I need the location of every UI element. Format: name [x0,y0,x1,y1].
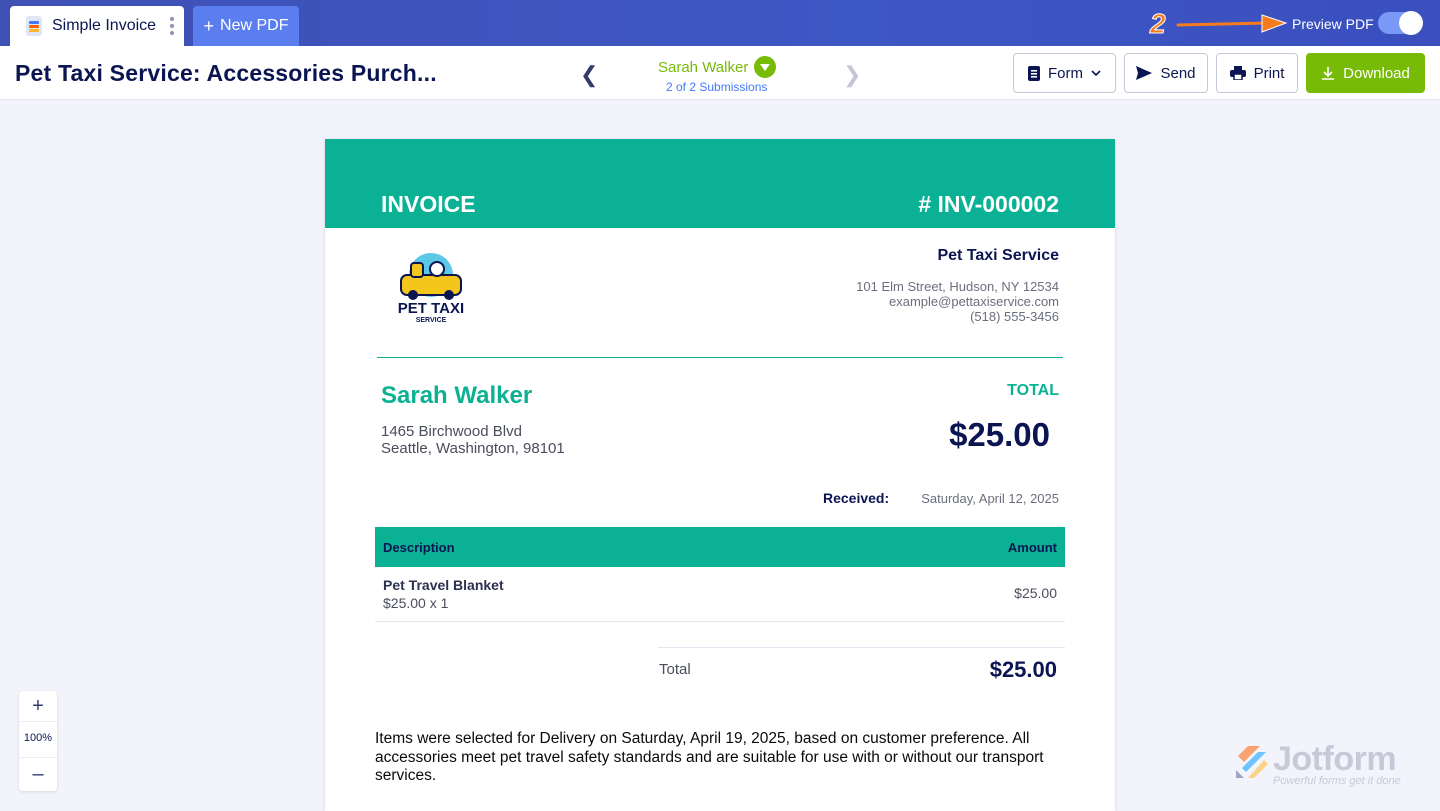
chevron-left-icon[interactable]: ❮ [580,62,598,88]
zoom-divider [19,721,57,722]
received-date: Saturday, April 12, 2025 [921,491,1059,506]
step-annotation: 2 [1150,8,1167,40]
download-button[interactable]: Download [1306,53,1425,93]
page-title: Pet Taxi Service: Accessories Purch... [15,60,437,86]
print-button-label: Print [1253,64,1285,82]
document-toolbar: Pet Taxi Service: Accessories Purch... ❮… [0,46,1440,100]
top-bar: Simple Invoice + New PDF 2 Preview PDF [0,0,1440,46]
arrow-icon [1176,14,1288,33]
chevron-down-icon [1091,70,1101,76]
tab-simple-invoice[interactable]: Simple Invoice [10,6,184,46]
print-button[interactable]: Print [1216,53,1298,93]
summary-total-value: $25.00 [989,657,1057,682]
submission-selector[interactable]: Sarah Walker [658,56,777,78]
jotform-logo-icon [1236,746,1268,778]
print-icon [1229,66,1246,80]
item-quantity: $25.00 x 1 [383,595,449,611]
company-info: Pet Taxi Service 101 Elm Street, Hudson,… [856,247,1059,324]
submission-count: 2 of 2 Submissions [666,80,768,94]
form-button[interactable]: Form [1013,53,1116,93]
customer-name: Sarah Walker [381,382,533,409]
zoom-controls: + 100% – [19,691,57,791]
zoom-divider [19,757,57,758]
chevron-down-icon [754,56,777,78]
item-name: Pet Travel Blanket [383,577,504,593]
zoom-out-button[interactable]: – [19,763,57,786]
company-email: example@pettaxiservice.com [889,294,1059,309]
company-phone: (518) 555-3456 [970,309,1059,324]
customer-address-line-1: 1465 Birchwood Blvd [381,423,522,440]
customer-address: 1465 Birchwood Blvd Seattle, Washington,… [381,423,565,457]
logo-text-sub: SERVICE [416,317,447,324]
form-button-label: Form [1048,64,1083,82]
column-description: Description [383,540,455,555]
tab-label: Simple Invoice [52,17,157,34]
send-button[interactable]: Send [1124,53,1208,93]
kebab-icon[interactable] [170,17,174,35]
invoice-note: Items were selected for Delivery on Satu… [375,730,1044,784]
items-table-header: Description Amount [375,527,1065,567]
toggle-knob [1399,11,1423,35]
logo-text-main: PET TAXI [398,300,464,317]
download-button-label: Download [1343,64,1410,82]
zoom-in-button[interactable]: + [19,695,57,718]
new-pdf-label: New PDF [220,17,289,34]
watermark-brand: Jotform [1273,740,1397,778]
form-icon [1028,65,1040,81]
received-label: Received: [823,490,890,506]
document-icon [26,16,42,36]
invoice-number: # INV-000002 [918,191,1059,217]
submission-name: Sarah Walker [658,58,749,76]
header-divider [377,357,1063,358]
item-amount: $25.00 [1014,585,1057,601]
invoice-header: INVOICE # INV-000002 [325,139,1115,228]
summary-total-label: Total [659,661,691,678]
preview-pdf-label: Preview PDF [1292,16,1374,32]
send-icon [1136,66,1153,80]
company-address: 101 Elm Street, Hudson, NY 12534 [856,279,1059,294]
preview-pdf-toggle[interactable] [1378,11,1423,35]
customer-address-line-2: Seattle, Washington, 98101 [381,440,565,457]
new-pdf-button[interactable]: + New PDF [193,6,299,46]
watermark-tagline: Powerful forms get it done [1273,775,1401,787]
zoom-level: 100% [23,732,53,744]
summary-divider [658,647,1065,648]
column-amount: Amount [1007,540,1057,555]
invoice-title: INVOICE [381,191,476,217]
company-name: Pet Taxi Service [937,247,1059,264]
total-label: TOTAL [1007,382,1059,399]
send-button-label: Send [1160,64,1196,82]
plus-icon: + [203,16,215,36]
total-amount: $25.00 [949,416,1050,453]
table-row: Pet Travel Blanket $25.00 x 1 $25.00 [375,567,1065,622]
company-logo: PET TAXI SERVICE [398,253,464,324]
invoice-page: INVOICE # INV-000002 PET TAXI SERVICE Pe… [325,139,1115,811]
chevron-right-icon[interactable]: ❯ [843,62,861,88]
download-icon [1322,67,1335,80]
